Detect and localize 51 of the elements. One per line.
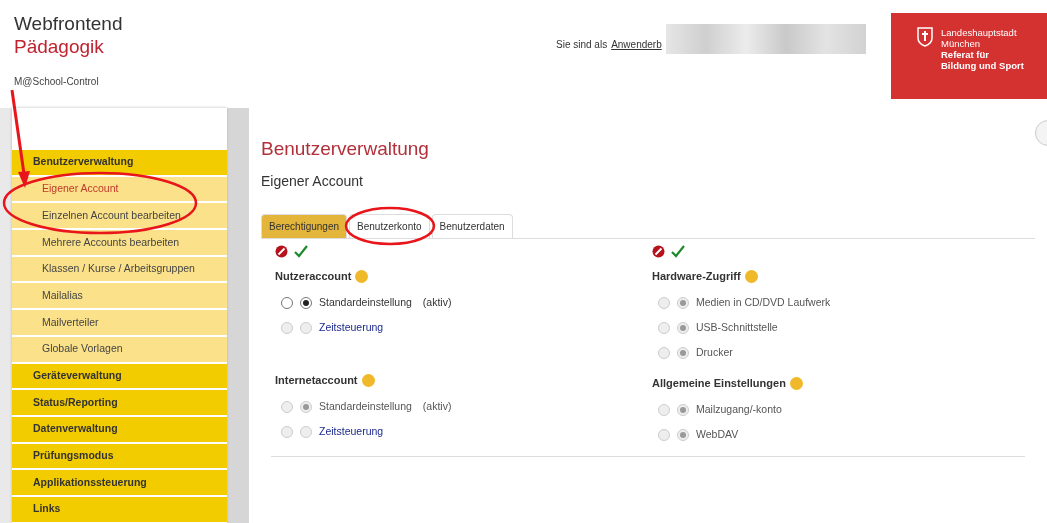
help-icon[interactable]	[789, 377, 803, 391]
page-subtitle: Eigener Account	[261, 171, 364, 191]
logo-text: Referat für	[941, 49, 991, 60]
submenu-item[interactable]: Klassen / Kurse / Arbeitsgruppen	[12, 256, 227, 284]
group-title: Internetaccount	[275, 373, 358, 389]
logo-text: München	[941, 38, 982, 49]
menu-item[interactable]: Status/Reporting	[12, 390, 227, 417]
option-label: USB-Schnittstelle	[696, 319, 778, 335]
product-name: M@School-Control	[14, 75, 100, 89]
submenu-item[interactable]: Mailalias	[12, 283, 227, 311]
submenu-item[interactable]: Globale Vorlagen	[12, 336, 227, 364]
status-note: (aktiv)	[422, 294, 452, 310]
submenu-item[interactable]: Mailverteiler	[12, 310, 227, 337]
option-label: Medien in CD/DVD Laufwerk	[696, 294, 831, 310]
tab[interactable]: Berechtigungen	[261, 213, 348, 238]
app-subtitle: Pädagogik	[14, 35, 105, 58]
menu-item[interactable]: Datenverwaltung	[12, 416, 227, 444]
page-title: Benutzerverwaltung	[261, 138, 430, 161]
help-icon[interactable]	[361, 374, 375, 388]
menu-item[interactable]: Benutzerverwaltung	[12, 150, 227, 177]
menu-item[interactable]: Applikationssteuerung	[12, 470, 227, 497]
menu-item[interactable]: Geräteverwaltung	[12, 363, 227, 391]
help-icon[interactable]	[744, 269, 758, 283]
option-label: Standardeinstellung	[319, 294, 412, 310]
option-label: Mailzugang/-konto	[696, 402, 782, 418]
app-title: Webfrontend	[14, 12, 124, 35]
tab[interactable]: Benutzerkonto	[349, 213, 430, 238]
coat-of-arms-icon	[917, 27, 933, 47]
checkmark-icon	[671, 244, 685, 258]
radio-button[interactable]	[300, 296, 312, 309]
tab[interactable]: Benutzerdaten	[431, 213, 513, 238]
logo-text: Bildung und Sport	[941, 60, 1024, 71]
submenu-item[interactable]: Mehrere Accounts bearbeiten	[12, 230, 227, 257]
deny-icon	[275, 244, 288, 258]
group-title: Nutzeraccount	[275, 268, 352, 284]
menu-item[interactable]: Links	[12, 496, 227, 523]
group-title: Allgemeine Einstellungen	[652, 376, 786, 392]
login-text: Sie sind als	[556, 37, 608, 52]
option-label: Standardeinstellung	[319, 399, 412, 415]
submenu-item[interactable]: Einzelnen Account bearbeiten	[12, 203, 227, 231]
radio-button[interactable]	[281, 296, 293, 309]
group-title: Hardware-Zugriff	[652, 268, 741, 284]
menu-item[interactable]: Prüfungsmodus	[12, 443, 227, 471]
deny-icon	[652, 244, 665, 258]
checkmark-icon	[294, 244, 308, 258]
option-label: WebDAV	[696, 427, 739, 443]
option-label: Drucker	[696, 344, 733, 360]
user-link[interactable]: Anwenderb	[611, 36, 662, 52]
help-icon[interactable]	[355, 269, 369, 283]
status-note: (aktiv)	[422, 399, 452, 415]
logo-text: Landeshauptstadt	[941, 27, 1018, 38]
